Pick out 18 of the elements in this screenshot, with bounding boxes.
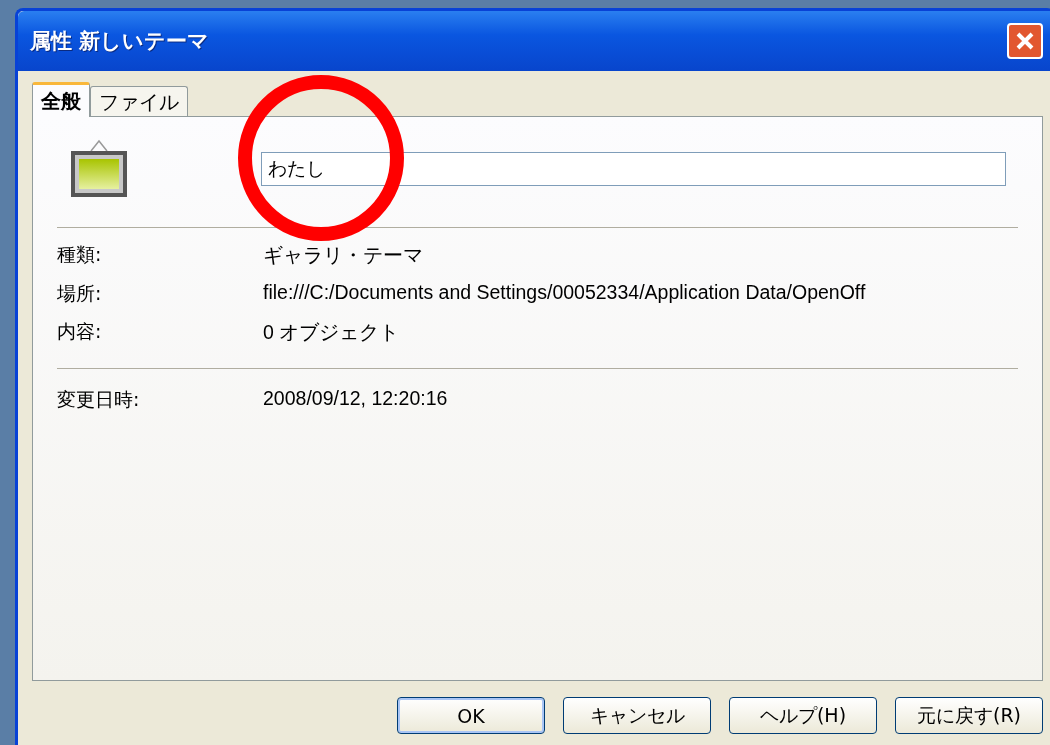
window-title: 属性 新しいテーマ [30,28,210,55]
dialog-button[interactable]: 元に戻す(R) [895,697,1043,734]
info-label: 内容: [57,319,103,344]
info-value: ギャラリ・テーマ [263,243,423,268]
info-label: 場所: [57,281,103,306]
info-value: 0 オブジェクト [263,320,400,345]
modified-label: 変更日時: [57,387,141,412]
close-button[interactable] [1007,23,1043,59]
close-icon [1014,30,1036,52]
tab[interactable]: 全般 [32,82,90,117]
tab[interactable]: ファイル [90,86,188,116]
modified-value: 2008/09/12, 12:20:16 [263,387,448,411]
info-label: 種類: [57,242,103,267]
dialog-button[interactable]: ヘルプ(H) [729,697,877,734]
dialog-button[interactable]: キャンセル [563,697,711,734]
info-value: file:///C:/Documents and Settings/00052334/Application Data/OpenOff [263,281,866,305]
name-input-field[interactable]: わたし [261,152,1006,186]
dialog-button[interactable]: OK [397,697,545,734]
